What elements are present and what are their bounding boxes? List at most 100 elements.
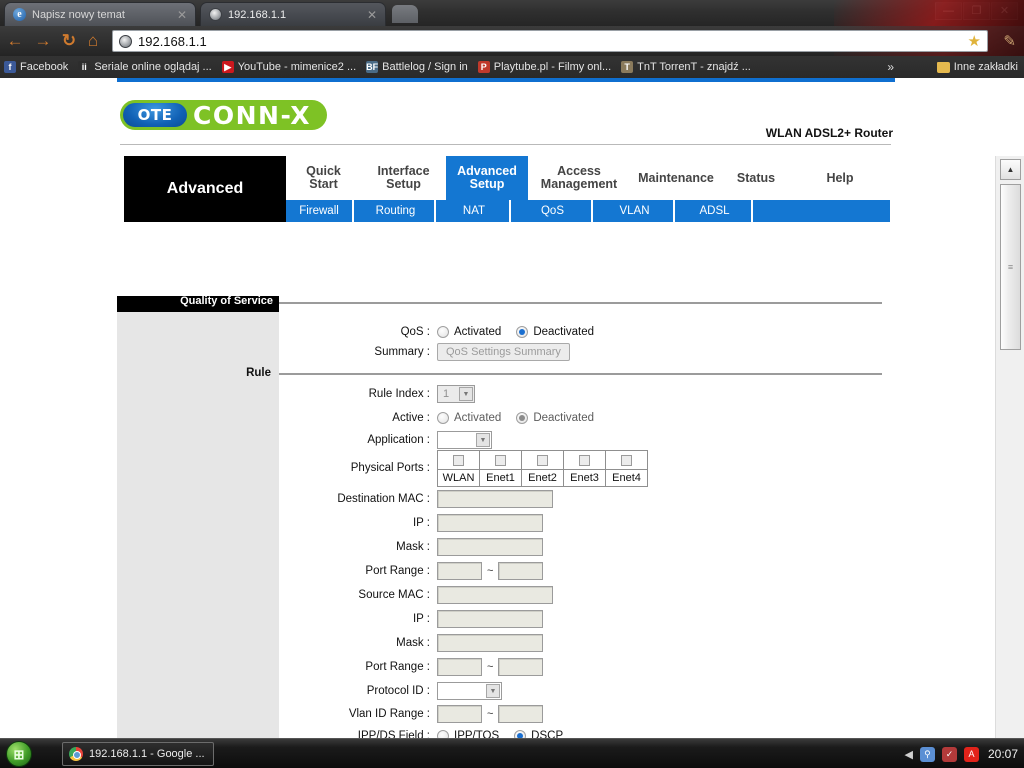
nav-label-line2: Management	[540, 177, 618, 191]
enet1-checkbox[interactable]	[495, 454, 506, 466]
nav-label-line1: Access	[557, 164, 601, 178]
source-mask-input[interactable]	[437, 634, 543, 652]
forward-button[interactable]: →	[32, 30, 54, 52]
bookmark-star-icon[interactable]: ★	[968, 32, 981, 50]
destination-port-from-input[interactable]	[437, 562, 482, 580]
other-bookmarks-label: Inne zakładki	[953, 61, 1018, 73]
enet3-checkbox[interactable]	[579, 454, 590, 466]
start-button[interactable]: ⊞	[6, 741, 32, 767]
subnav-vlan[interactable]: VLAN	[596, 200, 675, 222]
tray-expand-icon[interactable]: ◀	[905, 748, 913, 761]
nav-advanced-setup[interactable]: Advanced Setup	[446, 156, 528, 200]
navigation: Advanced Quick Start Interface Setup Adv…	[124, 156, 890, 222]
qos-activated-radio[interactable]	[437, 326, 449, 338]
source-port-to-input[interactable]	[498, 658, 544, 676]
bookmarks-overflow-icon[interactable]: »	[887, 60, 894, 74]
new-tab-button[interactable]	[392, 5, 418, 23]
subnav-firewall[interactable]: Firewall	[286, 200, 354, 222]
browser-tab-active[interactable]: 192.168.1.1 ✕	[200, 2, 386, 26]
active-deactivated-radio[interactable]	[516, 412, 529, 424]
source-ip-input[interactable]	[437, 610, 543, 628]
close-button[interactable]: ✕	[991, 2, 1018, 20]
rule-section-header: Rule	[246, 367, 271, 379]
nav-label-line2: Setup	[386, 177, 421, 191]
qos-label: QoS :	[400, 326, 430, 338]
destination-mac-input[interactable]	[437, 490, 553, 508]
tab-close-icon[interactable]: ✕	[363, 8, 377, 22]
battlelog-icon: BF	[366, 61, 379, 73]
destination-mask-input[interactable]	[437, 538, 543, 556]
chevron-down-icon[interactable]: ▼	[476, 433, 490, 447]
bookmark-label: YouTube - mimenice2 ...	[237, 61, 357, 73]
nav-status[interactable]: Status	[722, 156, 790, 200]
application-select[interactable]: ▼	[437, 431, 492, 449]
destination-mask-row: Mask :	[279, 537, 979, 557]
maximize-button[interactable]: ❐	[963, 2, 990, 20]
nav-maintenance[interactable]: Maintenance	[630, 156, 722, 200]
minimize-button[interactable]: —	[935, 2, 962, 20]
address-bar[interactable]: 192.168.1.1 ★	[112, 30, 988, 52]
rule-index-value: 1	[443, 388, 450, 400]
window-controls: — ❐ ✕	[935, 2, 1018, 20]
dscp-label: DSCP	[531, 730, 564, 738]
destination-port-to-input[interactable]	[498, 562, 544, 580]
clock[interactable]: 20:07	[988, 747, 1018, 761]
chevron-down-icon[interactable]: ▼	[459, 387, 473, 401]
qos-section-header: Quality of Service	[117, 296, 279, 312]
bookmark-item[interactable]: ▶ YouTube - mimenice2 ...	[221, 61, 357, 73]
tab-title: Napisz nowy temat	[32, 8, 125, 21]
ipp-ds-field-label: IPP/DS Field :	[357, 730, 430, 738]
tab-close-icon[interactable]: ✕	[173, 8, 187, 22]
other-bookmarks-folder[interactable]: Inne zakładki	[936, 61, 1018, 73]
rule-index-select[interactable]: 1 ▼	[437, 385, 475, 403]
bookmark-item[interactable]: f Facebook	[4, 61, 68, 73]
bookmark-item[interactable]: T TnT TorrenT - znajdź ...	[621, 61, 751, 73]
reload-button[interactable]: ↻	[58, 30, 80, 52]
magnifier-icon[interactable]: ⚲	[919, 746, 935, 762]
protocol-id-row: Protocol ID : ▼	[279, 681, 979, 701]
nav-label-line1: Quick	[306, 164, 341, 178]
chevron-down-icon[interactable]: ▼	[486, 684, 500, 698]
wlan-checkbox[interactable]	[453, 454, 464, 466]
bookmark-item[interactable]: BF Battlelog / Sign in	[366, 61, 468, 73]
back-button[interactable]: ←	[4, 30, 26, 52]
qos-deactivated-radio[interactable]	[516, 326, 529, 338]
dscp-radio[interactable]	[514, 730, 527, 738]
physical-ports-table: WLAN Enet1 Enet2 Enet3 Enet4	[437, 450, 648, 487]
destination-ip-label: IP :	[412, 517, 430, 529]
nav-interface-setup[interactable]: Interface Setup	[361, 156, 446, 200]
screen: e Napisz nowy temat ✕ 192.168.1.1 ✕ — ❐ …	[0, 0, 1024, 768]
bookmark-item[interactable]: ii Seriale online oglądaj ...	[78, 61, 212, 73]
page-scrollbar[interactable]: ▲ ≡ ▼	[995, 156, 1024, 738]
subnav-adsl[interactable]: ADSL	[678, 200, 753, 222]
tnt-torrent-icon: T	[621, 61, 634, 73]
nav-quick-start[interactable]: Quick Start	[286, 156, 361, 200]
ipp-ds-field-row: IPP/DS Field : IPP/TOS DSCP	[279, 726, 979, 738]
enet4-checkbox[interactable]	[621, 454, 632, 466]
nav-access-management[interactable]: Access Management	[528, 156, 630, 200]
protocol-id-select[interactable]: ▼	[437, 682, 502, 700]
ipp-tos-radio[interactable]	[437, 730, 449, 738]
subnav-routing[interactable]: Routing	[357, 200, 436, 222]
scrollbar-thumb[interactable]: ≡	[1000, 184, 1021, 350]
wrench-menu-icon[interactable]: ✎	[1003, 32, 1016, 50]
destination-ip-input[interactable]	[437, 514, 543, 532]
avira-icon[interactable]: A	[963, 746, 979, 762]
vlan-id-from-input[interactable]	[437, 705, 482, 723]
taskbar-window-chrome[interactable]: 192.168.1.1 - Google ...	[62, 742, 214, 766]
scroll-up-button[interactable]: ▲	[1000, 159, 1021, 180]
browser-tab-inactive[interactable]: e Napisz nowy temat ✕	[4, 2, 196, 26]
subnav-nat[interactable]: NAT	[439, 200, 511, 222]
active-activated-radio[interactable]	[437, 412, 449, 424]
enet2-checkbox[interactable]	[537, 454, 548, 466]
qos-settings-summary-button[interactable]: QoS Settings Summary	[437, 343, 570, 361]
application-label: Application :	[367, 434, 430, 446]
shield-icon[interactable]: ✓	[941, 746, 957, 762]
vlan-id-to-input[interactable]	[498, 705, 544, 723]
source-mac-input[interactable]	[437, 586, 553, 604]
nav-help[interactable]: Help	[790, 156, 890, 200]
bookmark-item[interactable]: P Playtube.pl - Filmy onl...	[477, 61, 611, 73]
subnav-qos[interactable]: QoS	[514, 200, 593, 222]
home-button[interactable]: ⌂	[82, 30, 104, 52]
source-port-from-input[interactable]	[437, 658, 482, 676]
